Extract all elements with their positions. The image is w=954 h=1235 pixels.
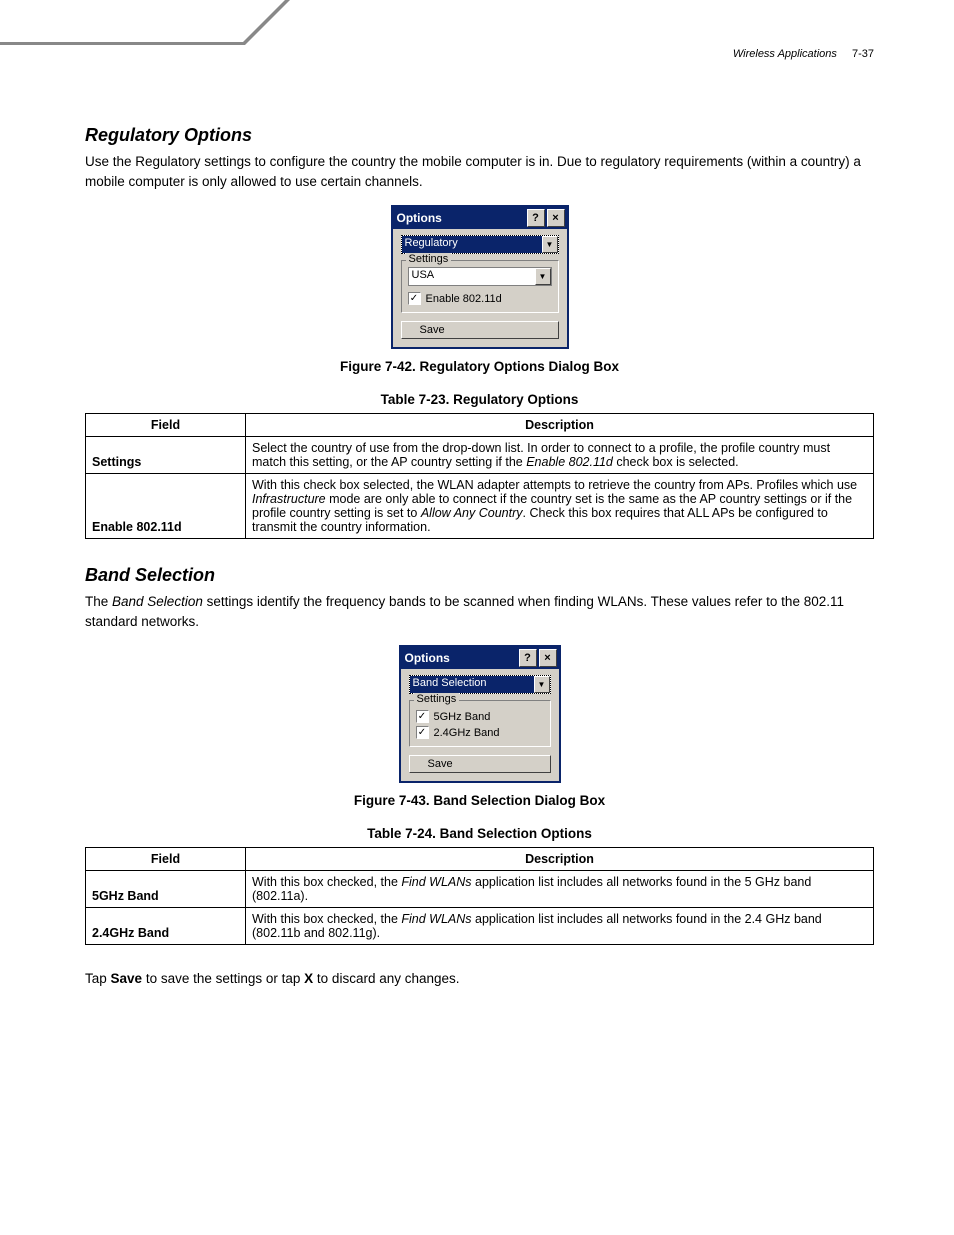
fieldset-legend: Settings (406, 253, 452, 265)
desc-cell: Select the country of use from the drop-… (246, 437, 874, 474)
running-header: Wireless Applications 7-37 (733, 48, 874, 60)
5ghz-row: ✓ 5GHz Band (416, 710, 544, 723)
checkbox-label: 5GHz Band (434, 711, 491, 723)
th-field: Field (86, 414, 246, 437)
band-paragraph: The Band Selection settings identify the… (85, 592, 874, 631)
field-cell: Enable 802.11d (86, 474, 246, 539)
th-description: Description (246, 848, 874, 871)
help-button[interactable]: ? (527, 209, 545, 227)
combo-value: Regulatory (402, 236, 542, 253)
settings-fieldset: Settings ✓ 5GHz Band ✓ 2.4GHz Band (409, 700, 551, 747)
table-row: 5GHz Band With this box checked, the Fin… (86, 871, 874, 908)
band-selection-dialog: Options ? × Band Selection ▼ Settings ✓ … (399, 645, 561, 783)
th-field: Field (86, 848, 246, 871)
combo-value: USA (409, 268, 535, 285)
table-row: Settings Select the country of use from … (86, 437, 874, 474)
help-button[interactable]: ? (519, 649, 537, 667)
checkbox-enable-80211d[interactable]: ✓ (408, 292, 421, 305)
country-combo[interactable]: USA ▼ (408, 267, 552, 286)
regulatory-dialog: Options ? × Regulatory ▼ Settings USA ▼ … (391, 205, 569, 349)
2_4ghz-row: ✓ 2.4GHz Band (416, 726, 544, 739)
close-button[interactable]: × (539, 649, 557, 667)
figure-caption-7-42: Figure 7-42. Regulatory Options Dialog B… (85, 359, 874, 374)
enable-80211d-row: ✓ Enable 802.11d (408, 292, 552, 305)
regulatory-options-table: Field Description Settings Select the co… (85, 413, 874, 539)
band-selection-table: Field Description 5GHz Band With this bo… (85, 847, 874, 945)
chevron-down-icon[interactable]: ▼ (542, 236, 558, 253)
dialog-title: Options (397, 211, 525, 225)
dialog-titlebar: Options ? × (393, 207, 567, 229)
save-button[interactable]: Save (409, 755, 551, 773)
regulatory-paragraph: Use the Regulatory settings to configure… (85, 152, 874, 191)
table-row: 2.4GHz Band With this box checked, the F… (86, 908, 874, 945)
field-cell: Settings (86, 437, 246, 474)
page-number: 7-37 (852, 48, 874, 60)
heading-regulatory-options: Regulatory Options (85, 125, 874, 146)
chevron-down-icon[interactable]: ▼ (535, 268, 551, 285)
settings-fieldset: Settings USA ▼ ✓ Enable 802.11d (401, 260, 559, 313)
close-button[interactable]: × (547, 209, 565, 227)
dialog-titlebar: Options ? × (401, 647, 559, 669)
figure-caption-7-43: Figure 7-43. Band Selection Dialog Box (85, 793, 874, 808)
table-row: Enable 802.11d With this check box selec… (86, 474, 874, 539)
checkbox-2-4ghz[interactable]: ✓ (416, 726, 429, 739)
desc-cell: With this box checked, the Find WLANs ap… (246, 871, 874, 908)
checkbox-label: 2.4GHz Band (434, 727, 500, 739)
field-cell: 5GHz Band (86, 871, 246, 908)
chapter-name: Wireless Applications (733, 48, 837, 60)
desc-cell: With this check box selected, the WLAN a… (246, 474, 874, 539)
final-paragraph: Tap Save to save the settings or tap X t… (85, 971, 874, 986)
checkbox-label: Enable 802.11d (426, 293, 502, 305)
desc-cell: With this box checked, the Find WLANs ap… (246, 908, 874, 945)
header-decoration: Wireless Applications 7-37 (85, 0, 874, 50)
heading-band-selection: Band Selection (85, 565, 874, 586)
table-caption-7-24: Table 7-24. Band Selection Options (85, 826, 874, 841)
options-category-combo[interactable]: Regulatory ▼ (401, 235, 559, 254)
chevron-down-icon[interactable]: ▼ (534, 676, 550, 693)
options-category-combo[interactable]: Band Selection ▼ (409, 675, 551, 694)
field-cell: 2.4GHz Band (86, 908, 246, 945)
checkbox-5ghz[interactable]: ✓ (416, 710, 429, 723)
table-caption-7-23: Table 7-23. Regulatory Options (85, 392, 874, 407)
th-description: Description (246, 414, 874, 437)
combo-value: Band Selection (410, 676, 534, 693)
save-button[interactable]: Save (401, 321, 559, 339)
dialog-title: Options (405, 651, 517, 665)
fieldset-legend: Settings (414, 693, 460, 705)
